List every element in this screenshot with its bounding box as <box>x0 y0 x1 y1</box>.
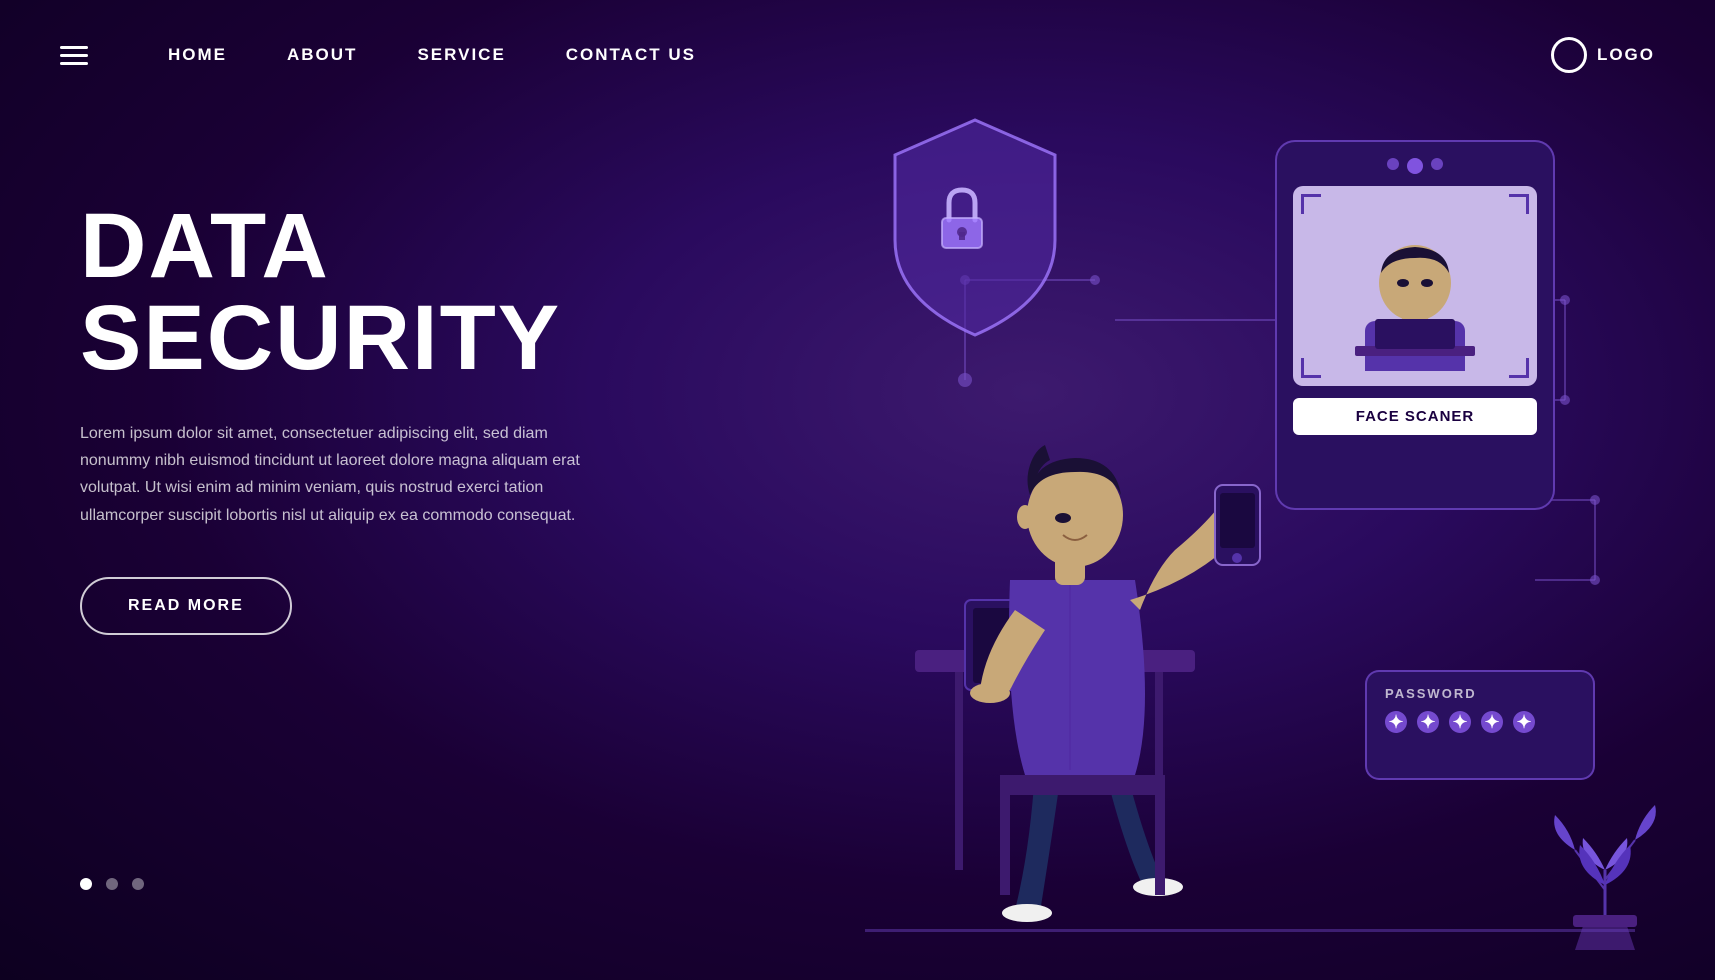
hero-title: DATA SECURITY <box>80 200 620 384</box>
nav-about[interactable]: ABOUT <box>287 45 357 65</box>
hamburger-menu[interactable] <box>60 46 88 65</box>
face-scanner-panel: FACE SCANER <box>1275 140 1555 510</box>
scan-corner-bl <box>1301 358 1321 378</box>
phone-camera-area <box>1293 158 1537 174</box>
read-more-button[interactable]: READ MORE <box>80 577 292 635</box>
person-desk-illustration <box>815 230 1315 950</box>
nav-home[interactable]: HOME <box>168 45 227 65</box>
pw-dot-2: ✦ <box>1417 711 1439 733</box>
password-label: PASSWORD <box>1385 686 1575 701</box>
password-panel: PASSWORD ✦ ✦ ✦ ✦ ✦ <box>1365 670 1595 780</box>
face-scan-person <box>1345 201 1485 371</box>
illustration-area: FACE SCANER PASSWORD ✦ ✦ ✦ ✦ ✦ <box>615 0 1715 980</box>
scan-corner-tr <box>1509 194 1529 214</box>
pw-dot-5: ✦ <box>1513 711 1535 733</box>
pw-dot-1: ✦ <box>1385 711 1407 733</box>
floor-line <box>865 929 1635 932</box>
scan-corner-br <box>1509 358 1529 378</box>
dot-3[interactable] <box>132 878 144 890</box>
page: HOME ABOUT SERVICE CONTACT US LOGO DATA … <box>0 0 1715 980</box>
face-scanner-label: FACE SCANER <box>1293 398 1537 435</box>
camera-dot-main <box>1407 158 1423 174</box>
dot-1[interactable] <box>80 878 92 890</box>
camera-dot-2 <box>1431 158 1443 170</box>
camera-dot-1 <box>1387 158 1399 170</box>
face-scan-box <box>1293 186 1537 386</box>
scan-corner-tl <box>1301 194 1321 214</box>
password-dots: ✦ ✦ ✦ ✦ ✦ <box>1385 711 1575 733</box>
hero-description: Lorem ipsum dolor sit amet, consectetuer… <box>80 420 580 529</box>
plant-decoration <box>1545 770 1665 950</box>
nav-service[interactable]: SERVICE <box>417 45 505 65</box>
pw-dot-3: ✦ <box>1449 711 1471 733</box>
pw-dot-4: ✦ <box>1481 711 1503 733</box>
hero-content: DATA SECURITY Lorem ipsum dolor sit amet… <box>80 200 620 635</box>
dot-2[interactable] <box>106 878 118 890</box>
carousel-dots <box>80 878 144 890</box>
